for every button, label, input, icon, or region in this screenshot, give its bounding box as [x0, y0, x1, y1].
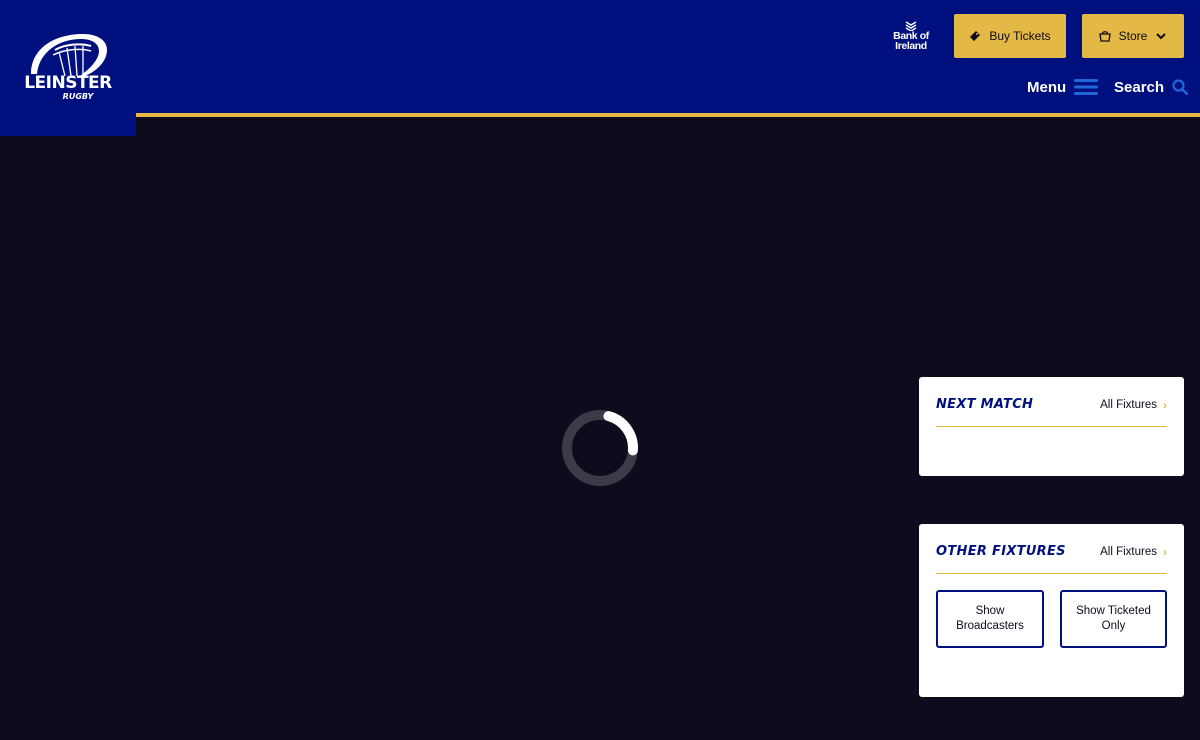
next-match-card: NEXT MATCH All Fixtures › — [919, 377, 1184, 476]
show-ticketed-only-button[interactable]: Show Ticketed Only — [1060, 590, 1167, 648]
menu-button[interactable]: Menu — [1027, 76, 1099, 98]
next-match-title: NEXT MATCH — [936, 397, 1034, 412]
next-match-all-fixtures-link[interactable]: All Fixtures › — [1100, 396, 1167, 414]
menu-label: Menu — [1027, 78, 1067, 96]
show-broadcasters-label: Show Broadcasters — [956, 605, 1024, 632]
chevron-right-icon: › — [1163, 398, 1167, 412]
ticket-icon — [970, 31, 981, 41]
other-fixtures-header: OTHER FIXTURES All Fixtures › — [936, 543, 1167, 574]
basket-icon — [1098, 31, 1111, 42]
all-fixtures-label: All Fixtures — [1100, 399, 1157, 411]
buy-tickets-label: Buy Tickets — [989, 29, 1051, 43]
loading-spinner — [562, 410, 638, 486]
store-label: Store — [1118, 29, 1148, 43]
store-button[interactable]: Store — [1082, 14, 1184, 58]
logo-subtext: RUGBY — [62, 92, 94, 101]
search-icon — [1172, 79, 1189, 95]
other-fixtures-all-fixtures-link[interactable]: All Fixtures › — [1100, 543, 1167, 561]
show-broadcasters-button[interactable]: Show Broadcasters — [936, 590, 1044, 648]
search-label: Search — [1114, 78, 1165, 96]
show-ticketed-only-label: Show Ticketed Only — [1076, 605, 1151, 632]
all-fixtures-label: All Fixtures — [1100, 546, 1157, 558]
other-fixtures-title: OTHER FIXTURES — [936, 544, 1066, 559]
search-button[interactable]: Search — [1114, 76, 1189, 98]
leinster-logo[interactable]: LEINSTER RUGBY — [0, 0, 136, 136]
header-gold-stripe — [136, 113, 1200, 117]
buy-tickets-button[interactable]: Buy Tickets — [954, 14, 1066, 58]
bank-of-ireland-logo[interactable]: Bank of Ireland — [889, 20, 933, 56]
next-match-header: NEXT MATCH All Fixtures › — [936, 396, 1167, 427]
chevron-down-icon — [1156, 33, 1167, 40]
other-fixtures-card: OTHER FIXTURES All Fixtures › Show Broad… — [919, 524, 1184, 697]
logo-wordmark: LEINSTER — [24, 73, 112, 93]
hamburger-icon — [1074, 79, 1099, 95]
sponsor-line-2: Ireland — [895, 40, 927, 52]
chevron-right-icon: › — [1163, 545, 1167, 559]
